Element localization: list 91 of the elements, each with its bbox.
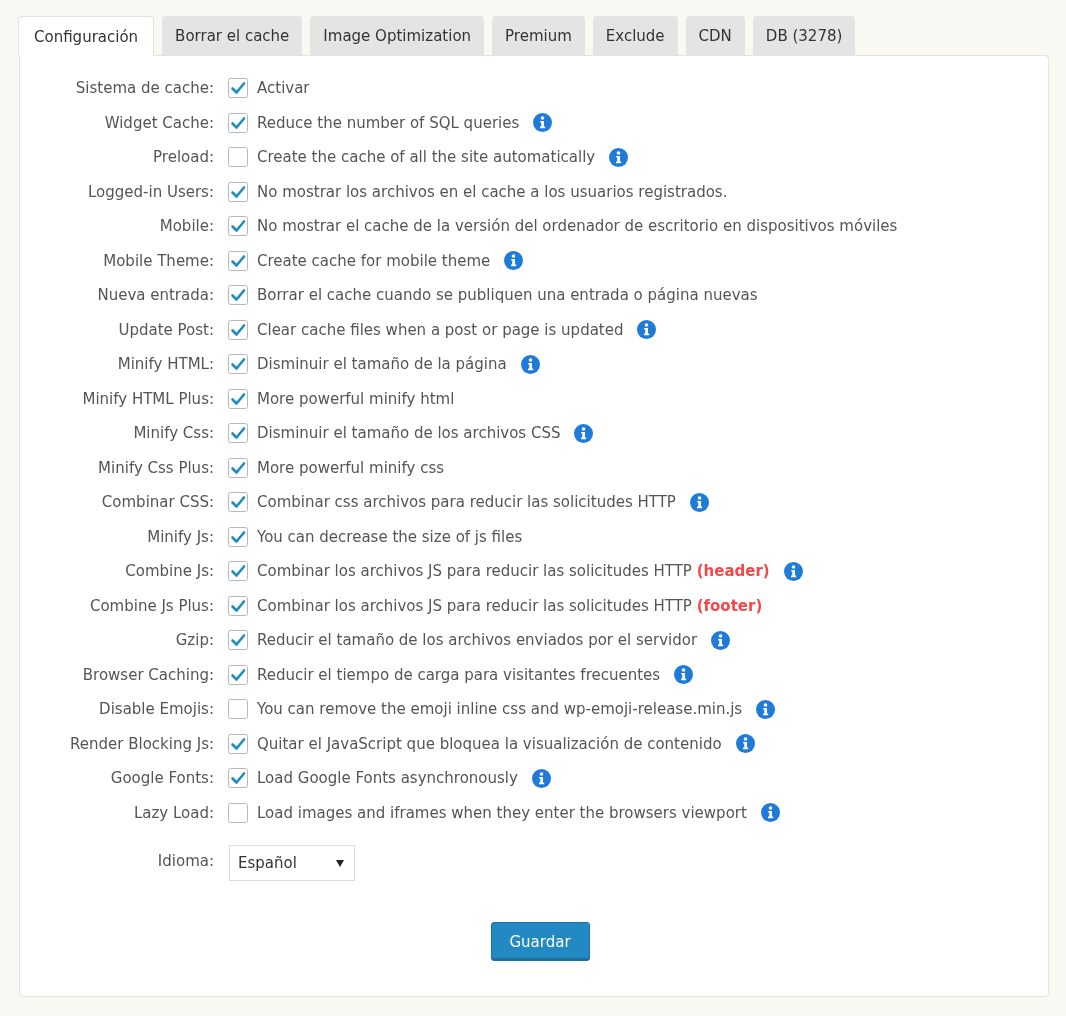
setting-description: Reducir el tiempo de carga para visitantes frecuentes (257, 665, 661, 684)
tab[interactable]: CDN (685, 16, 745, 55)
tab[interactable]: Borrar el cache (162, 16, 303, 55)
setting-label: Combine Js: (124, 562, 214, 581)
setting-description: Disminuir el tamaño de los archivos CSS (257, 424, 561, 443)
caret-icon (336, 859, 344, 867)
language-label: Idioma: (156, 852, 214, 870)
info-icon[interactable] (783, 561, 803, 581)
setting-label: Combine Js Plus: (88, 596, 214, 615)
setting-description: Combinar los archivos JS para reducir las solicitudes HTTP (header) (257, 562, 770, 581)
setting-description: Reducir el tamaño de los archivos enviados por el servidor (257, 631, 698, 650)
setting-label: Widget Cache: (103, 113, 214, 132)
setting-label: Minify Css Plus: (97, 458, 214, 477)
setting-label: Browser Caching: (81, 665, 214, 684)
checkbox[interactable] (228, 768, 248, 789)
setting-label: Minify HTML: (116, 355, 214, 374)
setting-description: No mostrar el cache de la versión del ordenador de escritorio en dispositivos móviles (257, 217, 898, 236)
setting-label: Minify HTML Plus: (81, 389, 214, 408)
checkbox[interactable] (228, 147, 248, 168)
info-icon[interactable] (504, 251, 524, 271)
tab[interactable]: DB (3278) (752, 16, 856, 55)
setting-label: Preload: (152, 148, 214, 167)
info-icon[interactable] (689, 492, 709, 512)
info-icon[interactable] (760, 803, 780, 823)
info-icon[interactable] (637, 320, 657, 340)
checkbox[interactable] (228, 699, 248, 720)
setting-label: Minify Js: (146, 527, 214, 546)
checkbox[interactable] (228, 388, 248, 409)
setting-label: Nueva entrada: (96, 286, 214, 305)
checkbox[interactable] (228, 733, 248, 754)
setting-description: Clear cache files when a post or page is updated (257, 320, 624, 339)
info-icon[interactable] (533, 113, 553, 133)
tab[interactable]: Configuración (18, 16, 155, 56)
info-icon[interactable] (674, 665, 694, 685)
setting-description: Activar (257, 79, 310, 98)
setting-description: Create cache for mobile theme (257, 251, 491, 270)
checkbox[interactable] (228, 664, 248, 685)
language-select[interactable]: Español (229, 845, 355, 881)
tab[interactable]: Exclude (592, 16, 678, 55)
setting-description: Load images and iframes when they enter the browsers viewport (257, 803, 747, 822)
checkbox[interactable] (228, 526, 248, 547)
info-icon[interactable] (520, 354, 540, 374)
info-icon[interactable] (735, 734, 755, 754)
setting-description: Combinar los archivos JS para reducir las solicitudes HTTP (footer) (257, 596, 763, 615)
setting-label: Mobile: (158, 217, 214, 236)
tab[interactable]: Image Optimization (310, 16, 485, 55)
info-icon[interactable] (756, 699, 776, 719)
tab[interactable]: Premium (492, 16, 585, 55)
info-icon[interactable] (531, 768, 551, 788)
checkbox[interactable] (228, 181, 248, 202)
setting-label: Combinar CSS: (100, 493, 214, 512)
setting-description: You can remove the emoji inline css and wp-emoji-release.min.js (257, 700, 743, 719)
checkbox[interactable] (228, 250, 248, 271)
checkbox[interactable] (228, 630, 248, 651)
checkbox[interactable] (228, 285, 248, 306)
setting-description: Reduce the number of SQL queries (257, 113, 520, 132)
setting-label: Gzip: (174, 631, 214, 650)
setting-description: Create the cache of all the site automatically (257, 148, 596, 167)
setting-description: Quitar el JavaScript que bloquea la visualización de contenido (257, 734, 722, 753)
info-icon[interactable] (609, 147, 629, 167)
setting-label: Sistema de cache: (74, 79, 214, 98)
setting-label: Logged-in Users: (87, 182, 214, 201)
setting-label: Update Post: (117, 320, 214, 339)
checkbox[interactable] (228, 492, 248, 513)
checkbox[interactable] (228, 423, 248, 444)
checkbox[interactable] (228, 112, 248, 133)
setting-label: Disable Emojis: (98, 700, 214, 719)
checkbox[interactable] (228, 802, 248, 823)
setting-description: More powerful minify css (257, 458, 445, 477)
setting-description: Combinar css archivos para reducir las solicitudes HTTP (257, 493, 676, 512)
setting-description: No mostrar los archivos en el cache a los usuarios registrados. (257, 182, 728, 201)
save-button[interactable]: Guardar (490, 922, 590, 961)
setting-description: More powerful minify html (257, 389, 455, 408)
checkbox[interactable] (228, 561, 248, 582)
setting-description: Disminuir el tamaño de la página (257, 355, 507, 374)
setting-label: Lazy Load: (132, 803, 214, 822)
checkbox[interactable] (228, 354, 248, 375)
setting-label: Render Blocking Js: (69, 734, 214, 753)
checkbox[interactable] (228, 78, 248, 99)
setting-label: Minify Css: (132, 424, 214, 443)
setting-description: Load Google Fonts asynchronously (257, 769, 518, 788)
checkbox[interactable] (228, 595, 248, 616)
setting-description: You can decrease the size of js files (257, 527, 523, 546)
checkbox[interactable] (228, 216, 248, 237)
setting-label: Google Fonts: (109, 769, 214, 788)
info-icon[interactable] (574, 423, 594, 443)
setting-description: Borrar el cache cuando se publiquen una entrada o página nuevas (257, 286, 758, 305)
checkbox[interactable] (228, 319, 248, 340)
setting-label: Mobile Theme: (102, 251, 214, 270)
checkbox[interactable] (228, 457, 248, 478)
info-icon[interactable] (711, 630, 731, 650)
